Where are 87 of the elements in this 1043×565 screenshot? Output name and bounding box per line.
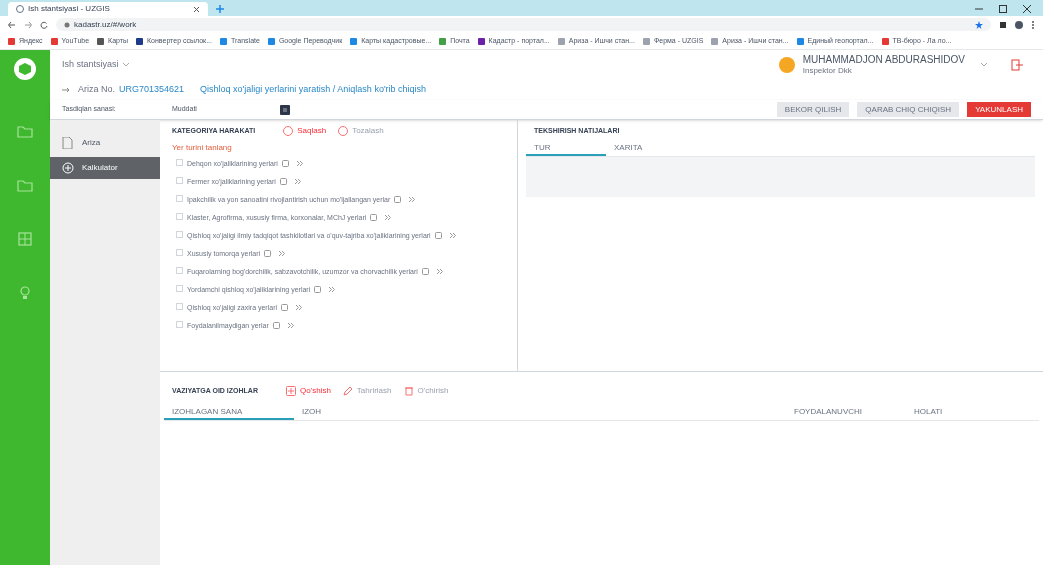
browser-tab[interactable]: Ish stantsiyasi - UZGIS	[8, 2, 208, 16]
bookmark-icon	[50, 37, 58, 45]
new-tab-icon	[216, 5, 224, 13]
bookmark-icon	[439, 37, 447, 45]
bookmark-icon	[796, 37, 804, 45]
menu-icon	[1031, 20, 1035, 29]
application-label: Ariza No.	[78, 83, 115, 97]
user-role: Inspektor Dkk	[802, 66, 853, 77]
bookmark-icon	[8, 37, 15, 45]
checkbox[interactable]	[176, 267, 183, 274]
action-button[interactable]: YAKUNLASH	[967, 102, 1031, 117]
forward-icon	[24, 20, 32, 29]
caret-icon	[122, 63, 129, 67]
folder-icon	[17, 123, 33, 139]
column-header[interactable]: FOYDALANUVCHI	[786, 406, 906, 420]
bookmark-icon	[881, 37, 889, 45]
menu-item[interactable]: Ariza	[50, 132, 160, 154]
minimize-icon	[975, 5, 983, 13]
user-menu[interactable]: MUHAMMADJON ABDURASHIDOV Inspektor Dkk	[778, 53, 987, 77]
chevron-icon	[287, 322, 294, 329]
circle-icon	[283, 126, 294, 136]
checkbox[interactable]	[176, 231, 183, 238]
close-icon	[1023, 5, 1031, 13]
plus-icon	[285, 386, 296, 396]
chevron-icon	[436, 268, 443, 275]
checkbox[interactable]	[176, 195, 183, 202]
chevron-icon	[329, 286, 336, 293]
checkbox[interactable]	[176, 303, 183, 310]
tab[interactable]: XARITA	[606, 142, 686, 156]
column-header[interactable]: IZOH	[294, 406, 786, 420]
star-icon	[975, 20, 983, 29]
column-header[interactable]: HOLATI	[906, 406, 986, 420]
circle-icon	[338, 126, 349, 136]
maximize-icon	[999, 5, 1007, 13]
menu-item[interactable]: Kalkulator	[50, 157, 160, 179]
bookmark-icon	[97, 37, 105, 45]
bookmark-icon	[136, 37, 143, 45]
caret-icon	[981, 63, 987, 67]
profile-icon	[1015, 20, 1023, 29]
address-bar[interactable]: kadastr.uz/#/work	[56, 18, 991, 31]
user-name: MUHAMMADJON ABDURASHIDOV	[802, 53, 965, 67]
arrow-icon	[62, 87, 70, 93]
chevron-icon	[449, 232, 456, 239]
logout-icon	[1011, 59, 1023, 71]
trash-icon	[403, 386, 414, 396]
checkbox[interactable]	[176, 285, 183, 292]
close-icon	[193, 5, 200, 13]
reload-icon	[40, 20, 48, 29]
save-button[interactable]: Saqlash	[283, 125, 327, 137]
pencil-icon	[342, 386, 353, 396]
bookmark-icon	[267, 37, 275, 45]
add-button[interactable]: Qo'shish	[285, 385, 331, 397]
checkbox[interactable]	[176, 213, 183, 220]
action-button[interactable]: BEKOR QILISH	[776, 102, 850, 117]
application-title: Qishloq xo'jaligi yerlarini yaratish / Aniqlash ko'rib chiqish	[200, 83, 427, 97]
cube-logo-icon	[14, 58, 36, 80]
chevron-icon	[296, 304, 303, 311]
prompt-text: Yer turini tanlang	[172, 142, 233, 154]
grid-icon	[17, 231, 33, 247]
checkbox[interactable]	[176, 321, 183, 328]
action-button[interactable]: QARAB CHIQ CHIQISH	[857, 102, 960, 117]
chevron-icon	[385, 214, 392, 221]
back-icon	[8, 20, 16, 29]
bookmark-icon	[477, 37, 485, 45]
checkbox[interactable]	[176, 177, 183, 184]
avatar-icon	[778, 57, 795, 73]
plus-circle-icon	[62, 162, 74, 174]
chevron-icon	[294, 178, 301, 185]
chevron-icon	[279, 250, 286, 257]
checkbox[interactable]	[176, 249, 183, 256]
bookmark-icon	[350, 37, 358, 45]
workspace-dropdown[interactable]: Ish stantsiyasi	[62, 58, 129, 72]
extension-icon	[999, 20, 1007, 29]
calendar-icon	[280, 104, 290, 115]
bookmark-icon	[711, 37, 719, 45]
document-icon	[62, 137, 74, 149]
chevron-icon	[296, 160, 303, 167]
bookmark-icon	[557, 37, 565, 45]
chevron-icon	[409, 196, 416, 203]
checkbox[interactable]	[176, 159, 183, 166]
bulb-icon	[17, 285, 33, 301]
column-header[interactable]: IZOHLAGAN SANA	[164, 406, 294, 420]
application-number: URG701354621	[119, 83, 185, 97]
bookmark-icon	[219, 37, 227, 45]
bookmark-icon	[642, 37, 650, 45]
folder-icon	[17, 177, 33, 193]
globe-icon	[16, 5, 24, 13]
